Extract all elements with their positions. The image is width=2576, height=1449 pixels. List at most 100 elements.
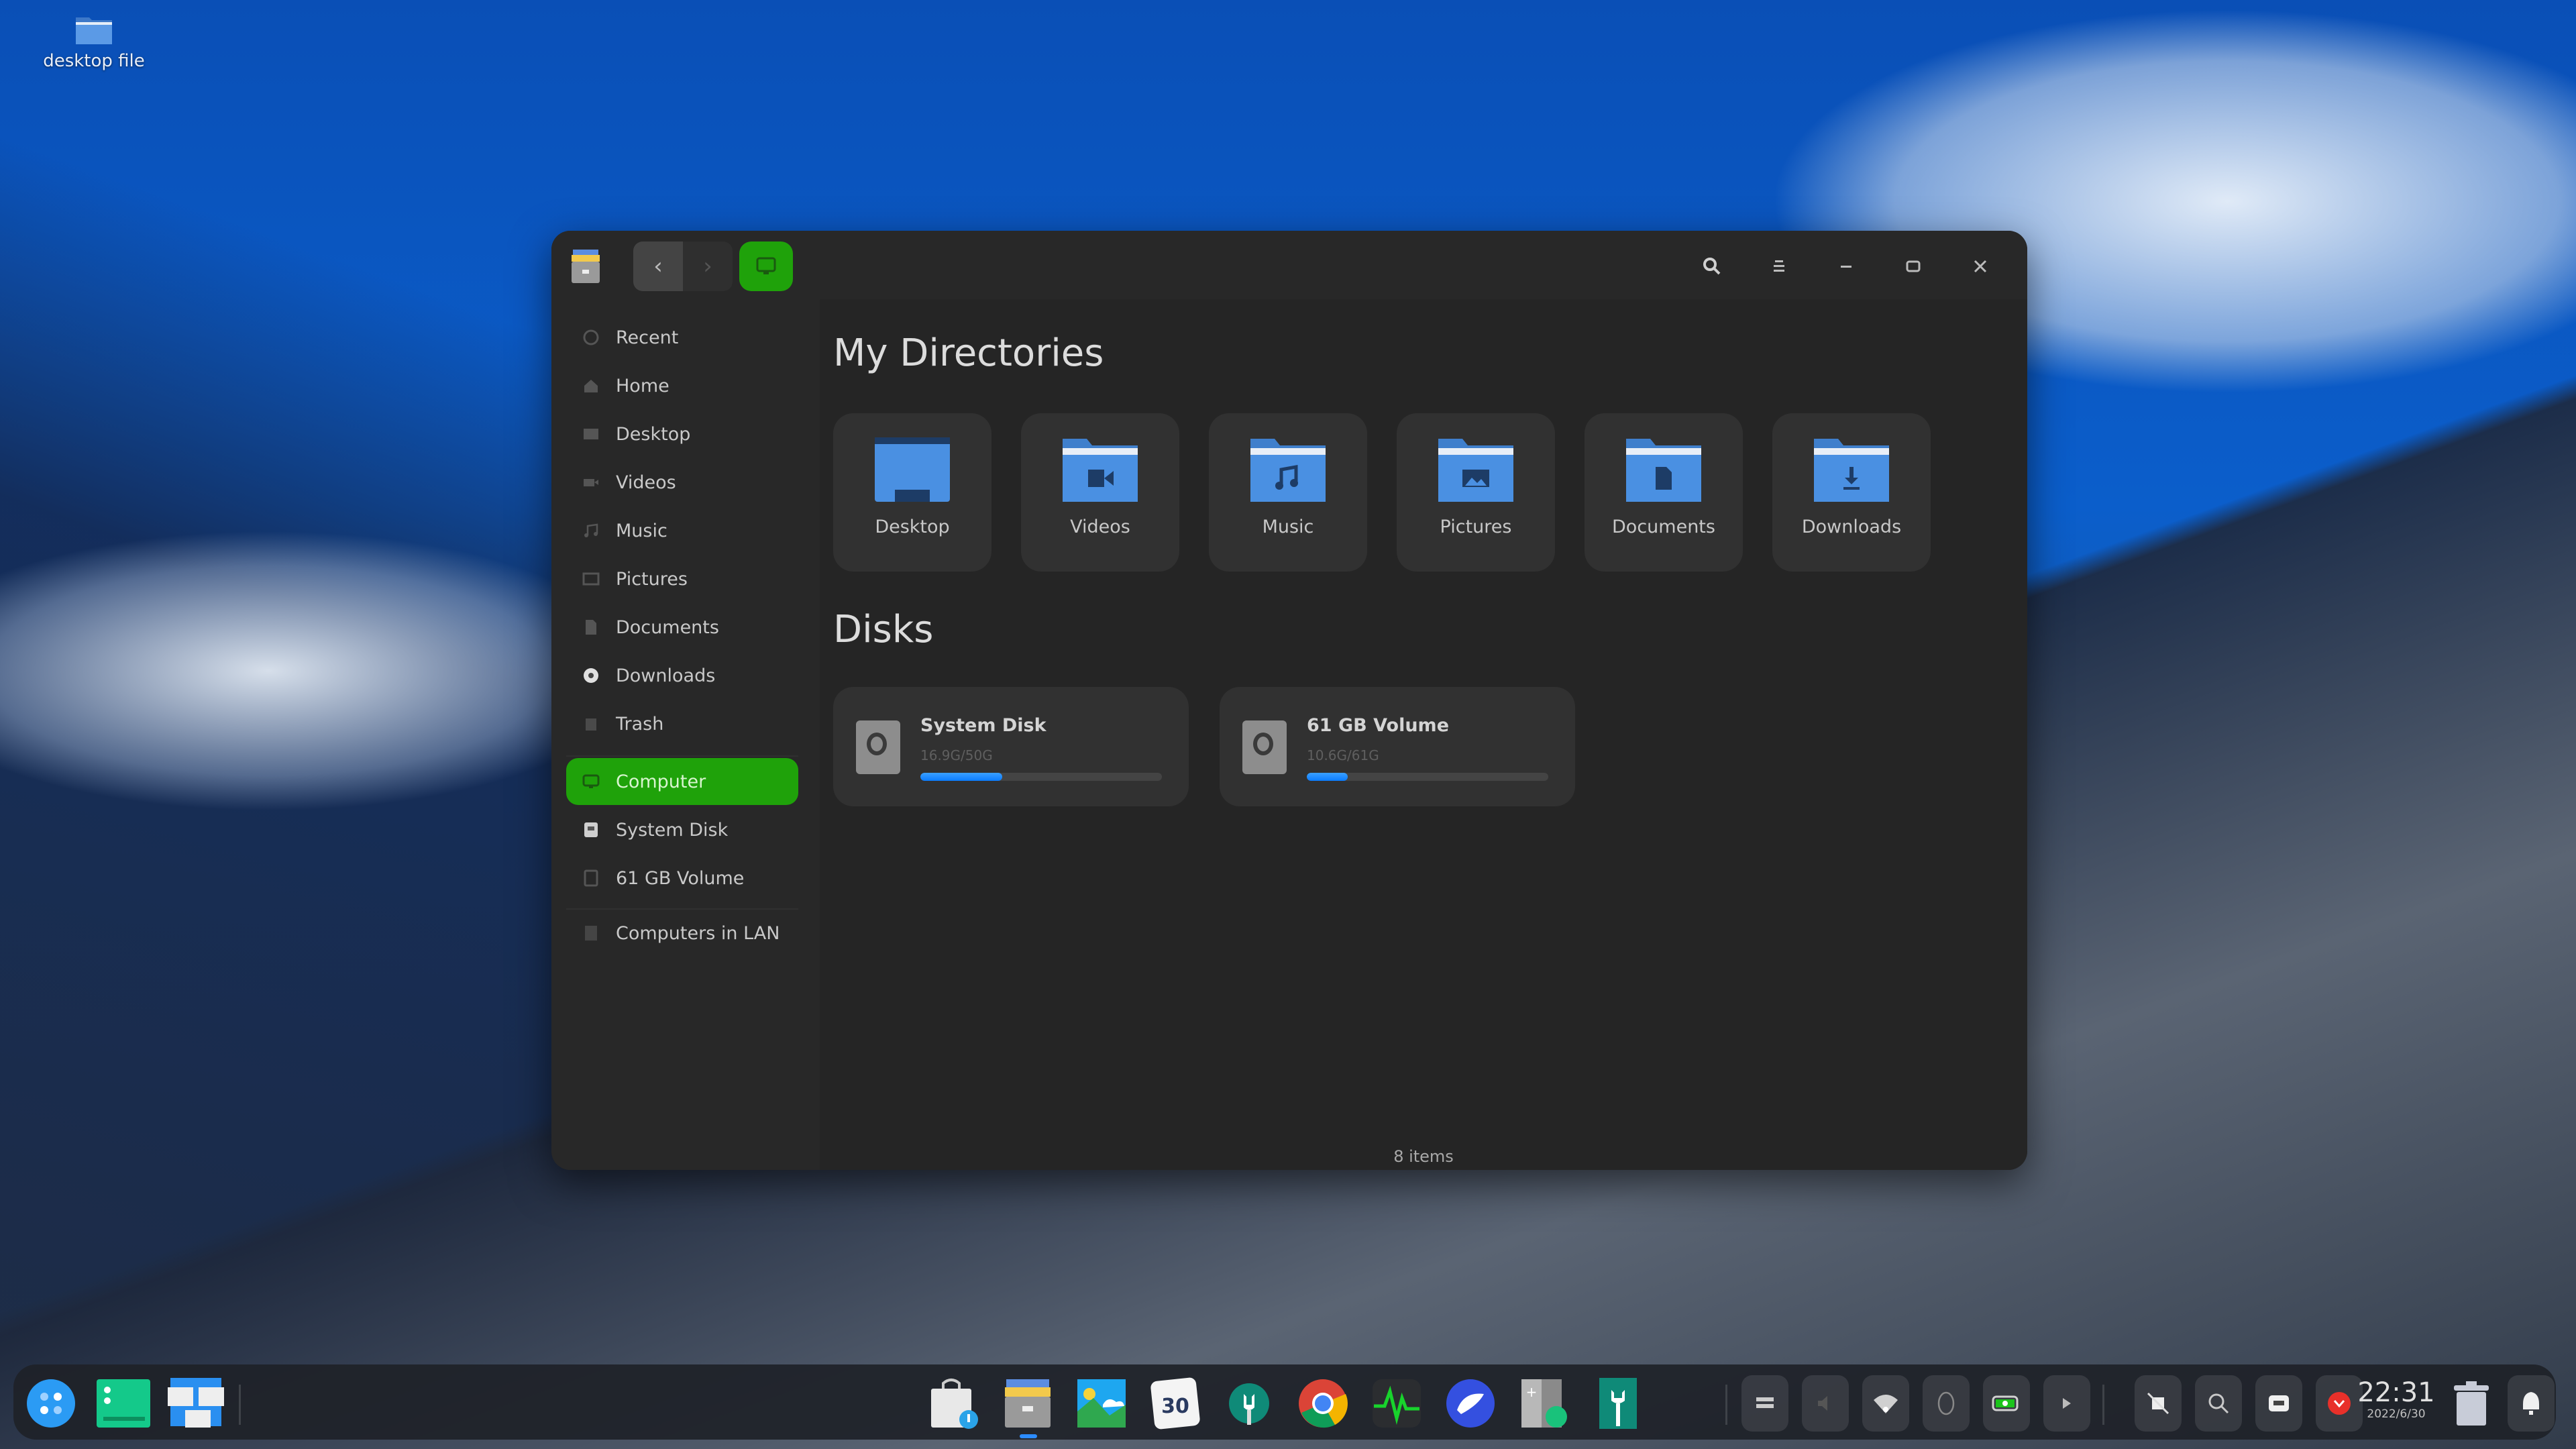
mouse-icon <box>1937 1391 1955 1415</box>
sidebar-item-desktop[interactable]: Desktop <box>566 411 798 458</box>
sidebar-item-home[interactable]: Home <box>566 362 798 409</box>
section-title-my-directories: My Directories <box>833 331 1104 375</box>
show-desktop-button[interactable] <box>95 1375 152 1432</box>
clock-time: 22:31 <box>2357 1377 2435 1408</box>
sidebar-item-downloads[interactable]: Downloads <box>566 652 798 699</box>
settings-icon <box>1229 1383 1269 1425</box>
close-icon <box>1974 260 1987 273</box>
disk-card-61gb-volume[interactable]: 61 GB Volume 10.6G/61G <box>1220 687 1575 806</box>
desktop-item-desktop-file[interactable]: desktop file <box>27 8 161 71</box>
sidebar-item-recent[interactable]: Recent <box>566 314 798 361</box>
multitask-view-button[interactable] <box>168 1375 224 1432</box>
sidebar-item-61gb-volume[interactable]: 61 GB Volume <box>566 855 798 902</box>
video-icon <box>581 472 601 492</box>
directory-tile-documents[interactable]: Documents <box>1585 413 1743 572</box>
directory-tile-music[interactable]: Music <box>1209 413 1367 572</box>
menu-button[interactable] <box>1746 241 1813 291</box>
dock-trash[interactable] <box>2443 1375 2500 1432</box>
system-monitor-icon <box>1373 1379 1421 1428</box>
dock-dev-tool[interactable] <box>1590 1375 1646 1432</box>
image-viewer-icon <box>1077 1379 1126 1428</box>
dock-file-manager[interactable] <box>1000 1375 1056 1432</box>
dock-control-center[interactable] <box>1221 1375 1277 1432</box>
videos-folder-icon <box>1063 439 1138 502</box>
disk-usage-text: 16.9G/50G <box>920 747 993 763</box>
dock-image-viewer[interactable] <box>1073 1375 1130 1432</box>
document-icon <box>581 617 601 637</box>
maximize-button[interactable] <box>1880 241 1947 291</box>
disk-card-system-disk[interactable]: System Disk 16.9G/50G <box>833 687 1189 806</box>
trash-icon <box>581 714 601 734</box>
dock-browser[interactable] <box>1442 1375 1499 1432</box>
dock-system-monitor[interactable] <box>1368 1375 1425 1432</box>
sidebar-item-videos[interactable]: Videos <box>566 459 798 506</box>
back-button[interactable]: ‹ <box>633 241 683 291</box>
disk-icon <box>856 720 900 774</box>
dock-chrome[interactable] <box>1295 1375 1351 1432</box>
expand-arrow-icon <box>2063 1398 2071 1409</box>
dock-calculator[interactable]: + <box>1516 1375 1572 1432</box>
sidebar-item-music[interactable]: Music <box>566 507 798 554</box>
tray-screenshot[interactable] <box>2135 1375 2182 1432</box>
svg-text:30: 30 <box>1161 1395 1189 1418</box>
disk-usage-text: 10.6G/61G <box>1307 747 1379 763</box>
directory-tile-downloads[interactable]: Downloads <box>1772 413 1931 572</box>
volume-icon <box>1818 1396 1827 1411</box>
status-bar-item-count: 8 items <box>1393 1147 1454 1166</box>
music-folder-icon <box>1250 439 1326 502</box>
tray-expand-button[interactable] <box>2043 1375 2090 1432</box>
forward-button[interactable]: › <box>683 241 733 291</box>
disk-usage-fill <box>920 773 1003 781</box>
file-manager-icon <box>1005 1379 1051 1428</box>
tray-display[interactable] <box>2255 1375 2302 1432</box>
sidebar: Recent Home Desktop Videos Music Picture… <box>551 299 820 1170</box>
directory-tile-desktop[interactable]: Desktop <box>833 413 991 572</box>
tray-mouse[interactable] <box>1923 1375 1970 1432</box>
directory-tile-videos[interactable]: Videos <box>1021 413 1179 572</box>
chevron-left-icon: ‹ <box>653 253 663 280</box>
sidebar-item-documents[interactable]: Documents <box>566 604 798 651</box>
tray-keyboard[interactable] <box>1741 1375 1788 1432</box>
computer-icon <box>581 771 601 792</box>
sidebar-divider <box>566 755 798 757</box>
maximize-icon <box>1906 260 1921 272</box>
download-icon <box>581 665 601 686</box>
directory-tile-pictures[interactable]: Pictures <box>1397 413 1555 572</box>
tray-battery[interactable] <box>1983 1375 2030 1432</box>
bell-icon <box>2523 1392 2539 1415</box>
sidebar-item-system-disk[interactable]: System Disk <box>566 806 798 853</box>
sidebar-item-trash[interactable]: Trash <box>566 700 798 747</box>
home-icon <box>581 376 601 396</box>
tray-sound[interactable] <box>1802 1375 1849 1432</box>
dock: 30 + 22:31 2022/6/30 <box>13 1364 2556 1440</box>
tray-search[interactable] <box>2195 1375 2242 1432</box>
pictures-folder-icon <box>1438 439 1513 502</box>
chrome-icon <box>1299 1379 1348 1428</box>
sidebar-item-pictures[interactable]: Pictures <box>566 555 798 602</box>
dock-app-store[interactable] <box>926 1375 982 1432</box>
notifications-button[interactable] <box>2508 1375 2555 1432</box>
sidebar-item-computer[interactable]: Computer <box>566 758 798 805</box>
clock-date: 2022/6/30 <box>2367 1407 2426 1421</box>
launcher-button[interactable] <box>23 1375 79 1432</box>
sidebar-item-computers-in-lan[interactable]: Computers in LAN <box>566 910 798 957</box>
disk-icon <box>581 868 601 888</box>
close-button[interactable] <box>1947 241 2014 291</box>
search-button[interactable] <box>1678 241 1746 291</box>
disk-usage-bar <box>1307 773 1548 781</box>
titlebar-controls <box>1678 241 2014 291</box>
breadcrumb-computer[interactable] <box>739 241 793 291</box>
menu-icon <box>1774 260 1784 272</box>
svg-text:+: + <box>1526 1384 1538 1400</box>
wifi-icon <box>1874 1395 1898 1413</box>
disk-usage-bar <box>920 773 1162 781</box>
folder-icon <box>76 17 112 44</box>
dock-calendar[interactable]: 30 <box>1147 1375 1203 1432</box>
multitask-view-icon <box>168 1378 224 1428</box>
clock[interactable]: 22:31 2022/6/30 <box>2356 1378 2436 1421</box>
trash-icon <box>2454 1381 2489 1426</box>
clock-icon <box>581 327 601 347</box>
disk-icon <box>1242 720 1287 774</box>
minimize-button[interactable] <box>1813 241 1880 291</box>
tray-wifi[interactable] <box>1862 1375 1909 1432</box>
